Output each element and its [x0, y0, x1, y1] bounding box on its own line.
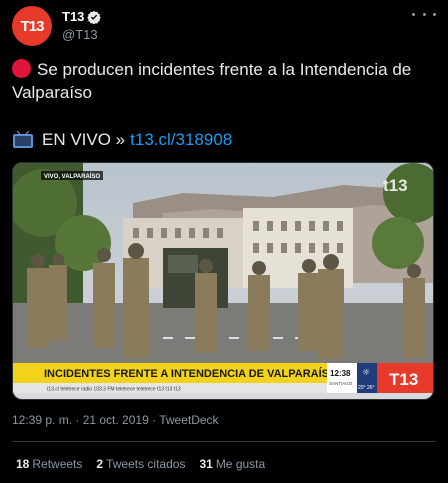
- quotes-label: Tweets citados: [106, 457, 186, 471]
- red-circle-icon: [12, 59, 31, 78]
- divider-top: [12, 441, 436, 442]
- tweet-text: Se producen incidentes frente a la Inten…: [12, 58, 436, 104]
- retweets-label: Retweets: [32, 457, 83, 471]
- engagement-stats: 18 Retweets 2 Tweets citados 31 Me gusta: [16, 457, 265, 471]
- clock: 12:38: [330, 369, 351, 378]
- tweet: T13 T13 @T13 Se producen incidentes fren…: [0, 0, 448, 483]
- article-link[interactable]: t13.cl/318908: [130, 130, 232, 150]
- avatar[interactable]: T13: [12, 6, 52, 46]
- ticker: t13.cl teletrece radio 103.3 FM teletrec…: [47, 387, 181, 393]
- account-name[interactable]: T13: [62, 9, 84, 24]
- video-frame: VIVO, VALPARAÍSO t13 INCIDENTES FRENTE A…: [13, 163, 433, 399]
- likes-stat[interactable]: 31 Me gusta: [199, 457, 265, 471]
- live-line: EN VIVO » t13.cl/318908: [12, 130, 232, 150]
- temperature: 20° 26°: [358, 385, 375, 391]
- likes-label: Me gusta: [215, 457, 266, 471]
- tweet-timestamp[interactable]: 12:39 p. m. · 21 oct. 2019 · TweetDeck: [12, 413, 219, 427]
- city-label: SANTIAGO: [329, 381, 353, 386]
- account-handle[interactable]: @T13: [62, 27, 98, 42]
- retweets-stat[interactable]: 18 Retweets: [16, 457, 82, 471]
- tweet-headline: Se producen incidentes frente a la Inten…: [12, 60, 412, 102]
- quotes-count: 2: [96, 457, 104, 471]
- weather-icon: ☼: [362, 368, 370, 378]
- television-icon: [13, 131, 33, 148]
- likes-count: 31: [199, 457, 213, 471]
- live-label: EN VIVO »: [42, 130, 126, 149]
- name-row: T13: [62, 9, 102, 24]
- video-thumbnail[interactable]: VIVO, VALPARAÍSO t13 INCIDENTES FRENTE A…: [12, 162, 434, 400]
- verified-badge-icon: [87, 10, 102, 24]
- channel-watermark: t13: [383, 176, 408, 195]
- lower-third-headline: INCIDENTES FRENTE A INTENDENCIA DE VALPA…: [44, 367, 338, 380]
- retweets-count: 18: [16, 457, 30, 471]
- avatar-logo-text: T13: [20, 17, 45, 35]
- more-options-icon[interactable]: [412, 6, 436, 22]
- live-badge: VIVO, VALPARAÍSO: [44, 172, 100, 180]
- channel-logo: T13: [389, 370, 418, 389]
- quotes-stat[interactable]: 2 Tweets citados: [96, 457, 185, 471]
